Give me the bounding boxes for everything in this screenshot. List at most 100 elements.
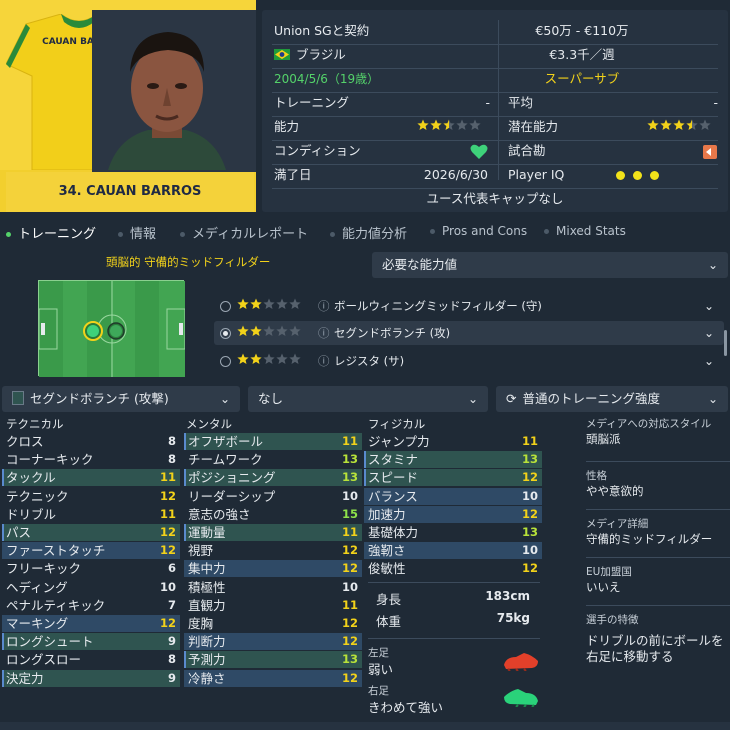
info-icon[interactable]: ⓘ — [318, 294, 330, 318]
technical-attribute-row[interactable]: パス 12 — [1, 524, 180, 541]
personality-value[interactable]: やや意欲的 — [586, 483, 730, 499]
scrollbar[interactable] — [724, 330, 727, 356]
physical-attribute-row[interactable]: スピード 12 — [363, 469, 542, 487]
attribute-value: 13 — [521, 452, 538, 467]
mental-attribute-row[interactable]: 積極性 10 — [184, 579, 362, 596]
mental-attribute-row[interactable]: 冷静さ 12 — [184, 669, 362, 687]
technical-attribute-row[interactable]: マーキング 12 — [2, 615, 180, 632]
right-foot-value: きわめて強い — [368, 700, 444, 715]
attribute-value: 11 — [159, 506, 176, 521]
technical-attribute-row[interactable]: タックル 11 — [2, 469, 180, 487]
mental-attribute-row[interactable]: 運動量 11 — [184, 524, 362, 541]
technical-attribute-row[interactable]: テクニック 12 — [2, 488, 180, 505]
mental-attribute-row[interactable]: 視野 12 — [184, 542, 362, 559]
player-details-column: メディアへの対応スタイル 頭脳派 性格 やや意欲的 メディア詳細 守備的ミッドフ… — [586, 416, 730, 665]
info-icon[interactable]: ⓘ — [318, 349, 330, 373]
attribute-value: 10 — [341, 488, 358, 503]
star-icon — [276, 298, 288, 309]
physical-attribute-row[interactable]: バランス 10 — [364, 487, 542, 505]
chevron-down-icon[interactable]: ⌄ — [704, 349, 714, 373]
mental-attribute-row[interactable]: オフザボール 11 — [183, 433, 362, 450]
technical-attribute-row[interactable]: ロングシュート 9 — [2, 633, 180, 651]
mental-attribute-row[interactable]: 度胸 12 — [184, 615, 362, 632]
technical-attribute-row[interactable]: コーナーキック 8 — [2, 451, 180, 468]
technical-attribute-row[interactable]: クロス 8 — [2, 433, 180, 450]
mental-attribute-row[interactable]: 予測力 13 — [184, 651, 362, 669]
mental-attribute-row[interactable]: チームワーク 13 — [184, 451, 362, 468]
tab-training[interactable]: トレーニング — [6, 223, 96, 242]
tab-pros-and-cons[interactable]: Pros and Cons — [430, 224, 527, 238]
physical-attribute-row[interactable]: ジャンプ力 11 — [364, 433, 542, 450]
role-label: ボールウィニングミッドフィルダー (守) — [334, 299, 542, 313]
chevron-down-icon: ⌄ — [707, 258, 718, 272]
attribute-name: 視野 — [188, 543, 214, 559]
training-role-select[interactable]: セグンドボランチ (攻撃) ⌄ — [2, 386, 240, 412]
contract-text[interactable]: Union SGと契約 — [274, 20, 369, 42]
chevron-down-icon[interactable]: ⌄ — [704, 321, 714, 345]
star-icon — [443, 119, 455, 130]
divider — [586, 557, 730, 558]
attribute-name: 運動量 — [184, 524, 226, 541]
mental-attribute-row[interactable]: ポジショニング 13 — [184, 469, 362, 487]
transfer-value: €50万 - €110万 — [535, 23, 629, 38]
attribute-name: タックル — [2, 469, 56, 487]
player-name-bar: 34. CAUAN BARROS — [6, 172, 254, 212]
technical-attribute-row[interactable]: ペナルティキック 7 — [2, 597, 180, 614]
radio-button[interactable] — [220, 301, 231, 312]
technical-attribute-row[interactable]: 決定力 9 — [2, 669, 180, 687]
attribute-name: 直観力 — [188, 597, 226, 613]
star-icon — [647, 119, 659, 130]
attribute-name: マーキング — [6, 616, 69, 631]
attribute-value: 11 — [341, 597, 358, 612]
technical-attribute-row[interactable]: ロングスロー 8 — [2, 651, 180, 668]
tab-mixed-stats[interactable]: Mixed Stats — [544, 224, 626, 238]
star-icon — [237, 298, 249, 309]
training-intensity-select[interactable]: ⟳ 普通のトレーニング強度 ⌄ — [496, 386, 728, 412]
ability-stars — [416, 116, 481, 138]
technical-attribute-row[interactable]: ドリブル 11 — [2, 506, 180, 523]
position-pitch — [38, 280, 186, 377]
mental-attribute-row[interactable]: 判断力 12 — [184, 633, 362, 651]
tab-attribute-analysis[interactable]: 能力値分析 — [330, 223, 407, 242]
squad-status[interactable]: スーパーサブ — [512, 68, 652, 90]
mental-attribute-row[interactable]: リーダーシップ 10 — [184, 488, 362, 505]
role-row-regista[interactable]: ⓘ レジスタ (サ) ⌄ — [214, 349, 724, 373]
technical-attribute-row[interactable]: フリーキック 6 — [2, 560, 180, 577]
trait-item[interactable]: ドリブルの前にボールを右足に移動する — [586, 633, 730, 665]
info-icon[interactable]: ⓘ — [318, 321, 330, 345]
tab-medical-report[interactable]: メディカルレポート — [180, 223, 308, 242]
heart-icon[interactable] — [470, 144, 488, 160]
refresh-icon: ⟳ — [506, 391, 517, 406]
physical-attribute-row[interactable]: 基礎体力 13 — [364, 524, 542, 541]
condition-label: コンディション — [274, 143, 361, 158]
physical-attribute-row[interactable]: スタミナ 13 — [363, 451, 542, 469]
attribute-value: 9 — [167, 670, 176, 685]
left-foot-label: 左足 — [368, 647, 389, 659]
star-icon — [237, 325, 249, 336]
mental-attribute-row[interactable]: 意志の強さ 15 — [184, 506, 362, 523]
attribute-name: スタミナ — [363, 451, 419, 469]
technical-attribute-row[interactable]: ヘディング 10 — [2, 579, 180, 596]
physical-attribute-row[interactable]: 俊敏性 12 — [364, 560, 542, 577]
nationality[interactable]: ブラジル — [274, 44, 346, 66]
radio-button[interactable] — [220, 356, 231, 367]
training-label: トレーニング — [274, 95, 350, 110]
star-icon — [289, 325, 301, 336]
attribute-name: リーダーシップ — [188, 488, 276, 504]
mental-attribute-row[interactable]: 直観力 11 — [184, 597, 362, 614]
role-stars — [236, 321, 301, 345]
chevron-down-icon[interactable]: ⌄ — [704, 294, 714, 318]
required-attributes-dropdown[interactable]: 必要な能力値 ⌄ — [372, 252, 728, 278]
attribute-name: 加速力 — [368, 506, 406, 522]
technical-attribute-row[interactable]: ファーストタッチ 12 — [2, 542, 180, 560]
physical-attribute-row[interactable]: 加速力 12 — [364, 505, 542, 523]
role-row-segundo-volante[interactable]: ⓘ セグンドボランチ (攻) ⌄ — [214, 321, 724, 345]
mental-attribute-row[interactable]: 集中力 12 — [184, 560, 362, 578]
attribute-value: 12 — [341, 561, 358, 576]
tab-info[interactable]: 情報 — [118, 223, 156, 242]
role-row-ball-winning-midfielder[interactable]: ⓘ ボールウィニングミッドフィルダー (守) ⌄ — [214, 294, 724, 318]
physical-attribute-row[interactable]: 強靭さ 10 — [364, 542, 542, 560]
radio-button-selected[interactable] — [220, 328, 231, 339]
match-sharpness-icon[interactable] — [703, 145, 717, 159]
additional-focus-select[interactable]: なし ⌄ — [248, 386, 488, 412]
